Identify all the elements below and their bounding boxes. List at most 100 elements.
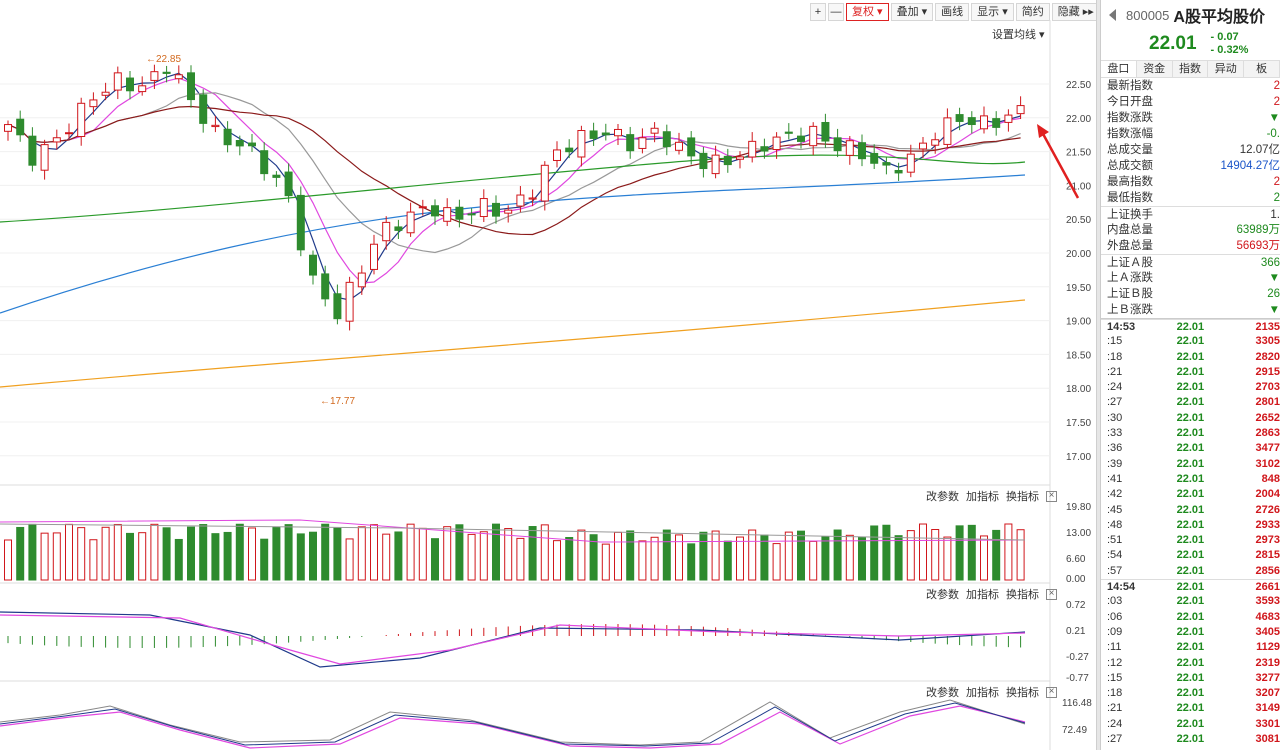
field-value: 2 [1273,80,1280,92]
candle-body [77,102,86,138]
tick-list[interactable]: 14:53 22.01 2135:15 22.01 3305:18 22.01 2820:2… [1101,318,1280,747]
close-icon[interactable]: × [1046,686,1057,698]
tick-row: :39 22.01 3102 [1101,457,1280,472]
quote-field-row: 外盘总量 56693万 [1101,238,1280,254]
tab-anomaly[interactable]: 异动 [1208,61,1245,77]
tick-time: :09 [1107,625,1123,638]
tick-time: :33 [1107,427,1123,440]
field-value: 2 [1273,176,1280,188]
add-indicator-button[interactable]: 加指标 [966,488,999,504]
tick-time: :36 [1107,442,1123,455]
price-axis-label: 17.00 [1066,452,1091,463]
volume-bar [65,523,73,581]
tick-volume: 3277 [1255,671,1280,684]
volume-bar [260,538,269,581]
field-label: 总成交额 [1107,160,1153,172]
tick-price: 22.01 [1176,687,1205,700]
tick-volume: 2135 [1255,321,1280,333]
candle-body [614,128,622,137]
tick-row: :33 22.01 2863 [1101,426,1280,441]
macd-axis-label: 0.72 [1066,600,1086,611]
add-indicator-button[interactable]: 加指标 [966,586,999,602]
price-axis-label: 17.50 [1066,418,1091,429]
tick-time: :57 [1107,564,1123,577]
security-name: A股平均股价 [1173,9,1265,26]
tick-volume: 3593 [1255,595,1280,608]
tab-capital[interactable]: 资金 [1136,61,1173,77]
candle-body [906,153,915,173]
volume-bar [492,523,500,581]
candle-body [138,85,147,93]
candle-body [858,142,866,160]
candle-body [406,211,415,234]
field-label: 最新指数 [1107,80,1153,92]
field-value: 63989万 [1236,224,1280,236]
volume-bar [784,531,793,581]
close-icon[interactable]: × [1046,490,1057,502]
tick-price: 22.01 [1176,350,1205,363]
price-axis-label: 19.00 [1066,317,1091,328]
price-axis-label: 22.50 [1066,80,1091,91]
candle-body [736,156,744,160]
tick-time: :27 [1107,733,1123,746]
field-label: 上证换手 [1107,209,1153,221]
tab-index[interactable]: 指数 [1172,61,1209,77]
quote-field-row: 指数涨幅 -0. [1101,126,1280,142]
tick-time: :41 [1107,472,1123,485]
tab-sector[interactable]: 板 [1244,61,1280,77]
macd-axis-label: -0.27 [1066,652,1089,663]
tick-price: 22.01 [1176,335,1205,348]
edit-params-button[interactable]: 改参数 [926,488,959,504]
quote-field-row: 上Ｂ涨跌 ▼ [1101,302,1280,318]
candle-body [833,137,842,152]
quote-field-row: 总成交量 12.07亿 [1101,142,1280,158]
volume-bar [699,531,708,581]
candle-body [504,209,513,214]
field-label: 上证Ａ股 [1107,257,1153,269]
candle-body [260,150,269,175]
candle-body [821,121,830,142]
volume-bar [150,523,159,581]
switch-indicator-button[interactable]: 换指标 [1006,586,1039,602]
close-icon[interactable]: × [1046,588,1057,600]
collapse-arrow-icon[interactable] [1109,9,1116,21]
volume-bar [187,526,195,581]
tab-order-book[interactable]: 盘口 [1101,61,1137,77]
volume-bar [553,540,561,581]
candle-body [577,130,586,158]
field-value: 14904.27亿 [1220,160,1280,172]
candle-body [4,124,12,132]
tick-price: 22.01 [1176,733,1205,746]
edit-params-button[interactable]: 改参数 [926,684,959,700]
tick-row: :21 22.01 2915 [1101,365,1280,380]
volume-bar [321,523,330,581]
field-label: 最高指数 [1107,176,1153,188]
ma120-line [0,174,1026,314]
kdj-axis-label: 116.48 [1062,698,1092,709]
quote-header: 800005 A股平均股价 [1101,0,1280,30]
candle-body [870,152,879,164]
volume-bar [296,533,305,581]
volume-bar [126,532,134,581]
chart-canvas[interactable]: 22.5022.0021.5021.0020.5020.0019.5019.00… [0,0,1096,750]
field-value: 26 [1267,288,1280,300]
volume-bar [16,526,25,581]
quote-field-row: 上证Ｂ股 26 [1101,286,1280,302]
kline-chart-area[interactable]: + — 复权 ▾ 叠加 ▾ 画线 显示 ▾ 简约 隐藏 ▸▸ 设置均线 ▾ 22… [0,0,1100,750]
volume-bar [455,524,464,581]
macd-dif-line [0,611,1026,668]
switch-indicator-button[interactable]: 换指标 [1006,684,1039,700]
candle-body [638,137,647,149]
moving-average-line [7,72,1021,301]
field-value: 2 [1273,192,1280,204]
add-indicator-button[interactable]: 加指标 [966,684,999,700]
candle-body [16,118,25,136]
switch-indicator-button[interactable]: 换指标 [1006,488,1039,504]
field-label: 指数涨跌 [1107,112,1153,124]
edit-params-button[interactable]: 改参数 [926,586,959,602]
tick-row: 14:54 22.01 2661 [1101,579,1280,594]
volume-bar [357,526,366,581]
volume-bar [40,532,49,581]
ma250-line [0,299,1026,388]
macd-axis-label: -0.77 [1066,673,1089,684]
